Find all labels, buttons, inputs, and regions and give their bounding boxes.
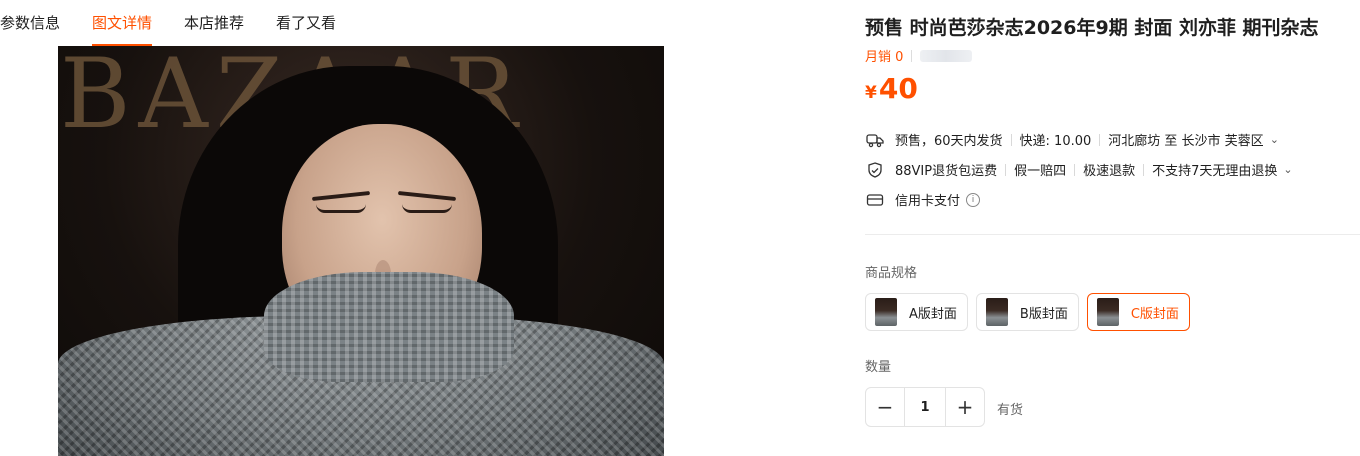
quantity-label: 数量 bbox=[865, 360, 892, 375]
tab-shop-recommend[interactable]: 本店推荐 bbox=[184, 0, 244, 46]
guarantee-no-7day-return: 不支持7天无理由退换 bbox=[1152, 164, 1278, 179]
credit-card-icon bbox=[865, 192, 885, 208]
tab-params[interactable]: 参数信息 bbox=[0, 0, 60, 46]
spec-thumbnail bbox=[875, 298, 897, 326]
spec-options: A版封面 B版封面 C版封面 bbox=[865, 293, 1198, 331]
guarantee-88vip: 88VIP退货包运费 bbox=[895, 164, 998, 179]
payment-row: 信用卡支付 i bbox=[865, 190, 981, 209]
spec-thumbnail bbox=[985, 298, 1008, 326]
divider bbox=[1010, 133, 1012, 146]
spec-thumbnail bbox=[1096, 298, 1119, 326]
guarantee-row[interactable]: 88VIP退货包运费 假一赔四 极速退款 不支持7天无理由退换 ⌄ bbox=[865, 160, 1293, 179]
price-currency: ¥ bbox=[865, 83, 877, 103]
image-left-eye bbox=[316, 204, 366, 213]
shield-return-icon bbox=[865, 161, 885, 178]
price-value: 40 bbox=[878, 72, 918, 105]
guarantee-fake-compensation: 假一赔四 bbox=[1014, 164, 1067, 179]
spec-option-label: B版封面 bbox=[1019, 306, 1068, 322]
stock-status: 有货 bbox=[997, 403, 1024, 418]
chevron-down-icon[interactable]: ⌄ bbox=[1283, 163, 1292, 176]
image-collar bbox=[264, 272, 514, 382]
divider bbox=[1143, 163, 1145, 176]
divider bbox=[1005, 163, 1007, 176]
image-right-eye bbox=[402, 204, 452, 213]
truck-icon bbox=[865, 132, 885, 148]
spec-label: 商品规格 bbox=[865, 266, 918, 281]
monthly-sales: 月销 0 bbox=[865, 50, 904, 65]
product-main-image[interactable]: BAZAAR bbox=[58, 46, 664, 456]
tab-also-viewed[interactable]: 看了又看 bbox=[276, 0, 336, 46]
info-icon[interactable]: i bbox=[966, 192, 981, 207]
decrease-button[interactable]: − bbox=[866, 388, 904, 426]
divider bbox=[1074, 163, 1076, 176]
chevron-down-icon[interactable]: ⌄ bbox=[1270, 133, 1279, 146]
product-title: 预售 时尚芭莎杂志2026年9期 封面 刘亦菲 期刊杂志 bbox=[865, 17, 1319, 39]
shipping-row[interactable]: 预售，60天内发货 快递: 10.00 河北廊坊 至 长沙市 芙蓉区 ⌄ bbox=[865, 130, 1279, 149]
ship-route: 河北廊坊 至 长沙市 芙蓉区 bbox=[1108, 134, 1264, 149]
divider bbox=[911, 49, 913, 62]
express-fee: 快递: 10.00 bbox=[1019, 134, 1092, 149]
credit-card-pay: 信用卡支付 bbox=[895, 194, 961, 209]
tab-detail[interactable]: 图文详情 bbox=[92, 0, 153, 46]
blurred-rating bbox=[920, 49, 973, 62]
divider bbox=[1099, 133, 1101, 146]
detail-tabs: 参数信息 图文详情 本店推荐 看了又看 bbox=[0, 0, 368, 46]
spec-option-a[interactable]: A版封面 bbox=[865, 293, 968, 331]
spec-option-label: A版封面 bbox=[909, 306, 957, 322]
sales-row: 月销 0 bbox=[865, 46, 973, 65]
guarantee-fast-refund: 极速退款 bbox=[1083, 164, 1136, 179]
section-divider bbox=[865, 234, 1360, 235]
increase-button[interactable]: + bbox=[946, 388, 984, 426]
spec-option-label: C版封面 bbox=[1130, 306, 1179, 322]
spec-option-b[interactable]: B版封面 bbox=[975, 293, 1079, 331]
quantity-input[interactable] bbox=[904, 388, 946, 426]
quantity-stepper: − + bbox=[865, 387, 985, 427]
price: ¥ 40 bbox=[865, 72, 918, 105]
presale-text: 预售，60天内发货 bbox=[895, 134, 1003, 149]
spec-option-c[interactable]: C版封面 bbox=[1086, 293, 1190, 331]
